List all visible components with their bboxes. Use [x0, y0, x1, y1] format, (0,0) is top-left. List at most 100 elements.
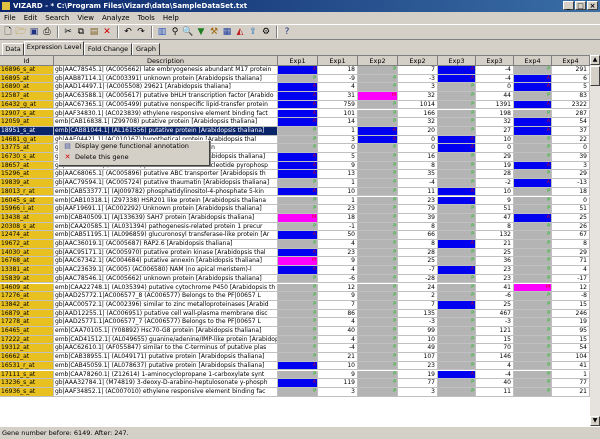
call-indicator-cell[interactable]: P	[514, 266, 552, 275]
call-indicator-cell[interactable]: A	[278, 161, 318, 171]
call-indicator-cell[interactable]: P	[438, 292, 476, 301]
expression-value-cell[interactable]: 10	[476, 135, 514, 145]
expression-value-cell[interactable]: 1	[318, 196, 358, 206]
expression-value-cell[interactable]: 19	[552, 318, 590, 327]
expression-value-cell[interactable]: 11	[476, 387, 514, 397]
expression-value-cell[interactable]: 21	[318, 353, 358, 362]
description-cell[interactable]: gb|AAF34830.1| (AC023839) ethylene respo…	[54, 109, 278, 119]
description-cell[interactable]: gb|AAC00572.1| (AC002396) similar to zin…	[54, 300, 278, 310]
gene-id-cell[interactable]: 13842_at	[0, 300, 54, 310]
expression-value-cell[interactable]: 83	[552, 92, 590, 101]
expression-value-cell[interactable]: 25	[476, 248, 514, 258]
expression-value-cell[interactable]: 1	[318, 179, 358, 188]
expression-value-cell[interactable]: 0	[476, 83, 514, 93]
call-indicator-cell[interactable]: P	[358, 266, 398, 275]
gene-id-cell[interactable]: 16531_r_at	[0, 361, 54, 371]
gene-id-cell[interactable]: 14681_g_at	[0, 135, 54, 145]
expression-value-cell[interactable]: 28	[398, 248, 438, 258]
column-header-exp1-indicator[interactable]: Exp1	[278, 56, 318, 66]
maximize-button[interactable]: □	[575, 1, 586, 10]
call-indicator-cell[interactable]: A	[278, 266, 318, 275]
description-cell[interactable]: gb|AAD25772.1|AC006577_8 (AC006577) Belo…	[54, 292, 278, 301]
call-indicator-cell[interactable]: A	[278, 66, 318, 75]
gene-id-cell[interactable]: 16890_at	[0, 83, 54, 93]
call-indicator-cell[interactable]: A	[438, 370, 476, 380]
table-row[interactable]: 15839_at gb|AAC78546.1| (AC005662) unknow…	[0, 274, 590, 284]
call-indicator-cell[interactable]: M	[514, 283, 552, 293]
call-indicator-cell[interactable]: P	[358, 83, 398, 93]
expression-value-cell[interactable]: 99	[398, 327, 438, 336]
call-indicator-cell[interactable]: A	[514, 100, 552, 110]
call-indicator-cell[interactable]: P	[358, 344, 398, 354]
expression-value-cell[interactable]: 146	[476, 353, 514, 362]
call-indicator-cell[interactable]: P	[278, 74, 318, 84]
expression-value-cell[interactable]: 1	[318, 126, 358, 136]
expression-value-cell[interactable]: 467	[476, 309, 514, 319]
expression-value-cell[interactable]: 26	[552, 222, 590, 232]
save-icon[interactable]: ▣	[28, 26, 40, 38]
call-indicator-cell[interactable]: P	[358, 74, 398, 84]
expression-value-cell[interactable]: 198	[476, 109, 514, 119]
expression-value-cell[interactable]: 36	[476, 257, 514, 267]
gene-id-cell[interactable]: 12907_s_at	[0, 109, 54, 119]
description-cell[interactable]: emb|CAA70105.1| (Y08892) Hsc70-G8 protei…	[54, 327, 278, 336]
expression-value-cell[interactable]: 29	[552, 248, 590, 258]
call-indicator-cell[interactable]: P	[514, 222, 552, 232]
call-indicator-cell[interactable]: A	[514, 126, 552, 136]
table-row[interactable]: 16896_s_at gb|AAC78545.1| (AC005662) late…	[0, 66, 590, 75]
print-icon[interactable]: ⎙	[41, 26, 53, 38]
description-cell[interactable]: gb|AAC63588.1| (AC005617) putative bHLH …	[54, 92, 278, 101]
export-icon[interactable]: ⇪	[247, 26, 259, 38]
gene-id-cell[interactable]: 16045_s_at	[0, 196, 54, 206]
menu-analyze[interactable]: Analyze	[98, 14, 134, 22]
expression-value-cell[interactable]: 95	[552, 327, 590, 336]
call-indicator-cell[interactable]: P	[514, 318, 552, 327]
gene-id-cell[interactable]: 18657_at	[0, 161, 54, 171]
expression-value-cell[interactable]: -17	[552, 274, 590, 284]
gene-id-cell[interactable]: 16936_s_at	[0, 387, 54, 397]
call-indicator-cell[interactable]: P	[278, 222, 318, 232]
tab-expression-level[interactable]: Expression Level	[24, 41, 84, 55]
table-row[interactable]: 16936_s_at gb|AAF34852.1| (AC007010) ethy…	[0, 387, 590, 397]
expression-value-cell[interactable]: -4	[398, 179, 438, 188]
expression-value-cell[interactable]: 35	[398, 170, 438, 180]
expression-value-cell[interactable]: 25	[552, 213, 590, 223]
table-row[interactable]: 15966_i_at gb|AAF19691.1| (AC002292) Unkn…	[0, 205, 590, 214]
expression-value-cell[interactable]: 22	[552, 135, 590, 145]
call-indicator-cell[interactable]: P	[358, 300, 398, 310]
call-indicator-cell[interactable]: P	[438, 361, 476, 371]
call-indicator-cell[interactable]: A	[278, 153, 318, 162]
expression-value-cell[interactable]: 166	[398, 109, 438, 119]
call-indicator-cell[interactable]: A	[514, 213, 552, 223]
expression-value-cell[interactable]: 28	[476, 170, 514, 180]
call-indicator-cell[interactable]: P	[278, 292, 318, 301]
description-cell[interactable]: emb|CAB45059.1| (AL078637) putative prot…	[54, 361, 278, 371]
description-cell[interactable]: gb|AAC36019.1| (AC005687) RAP2.6 [Arabid…	[54, 240, 278, 249]
gene-id-cell[interactable]: 19839_at	[0, 179, 54, 188]
call-indicator-cell[interactable]: P	[358, 283, 398, 293]
call-indicator-cell[interactable]: P	[438, 353, 476, 362]
expression-value-cell[interactable]: 2322	[552, 100, 590, 110]
call-indicator-cell[interactable]: P	[358, 187, 398, 197]
call-indicator-cell[interactable]: P	[278, 240, 318, 249]
call-indicator-cell[interactable]: A	[514, 118, 552, 127]
expression-value-cell[interactable]: 25	[398, 257, 438, 267]
gene-id-cell[interactable]: 16895_at	[0, 74, 54, 84]
call-indicator-cell[interactable]: P	[358, 161, 398, 171]
description-cell[interactable]: gb|AAC78545.1| (AC005662) late embryogen…	[54, 66, 278, 75]
expression-value-cell[interactable]: 39	[552, 153, 590, 162]
filter-icon[interactable]: ▼	[195, 26, 207, 38]
table-row[interactable]: 12474_at emb|CAB51195.1| (AL096859) glucu…	[0, 231, 590, 240]
call-indicator-cell[interactable]: P	[278, 144, 318, 153]
description-cell[interactable]: emb|CAB81044.1| (AL161556) putative prot…	[54, 126, 278, 136]
expression-value-cell[interactable]: 77	[398, 379, 438, 388]
call-indicator-cell[interactable]: P	[514, 344, 552, 354]
gene-id-cell[interactable]: 16730_s_at	[0, 153, 54, 162]
call-indicator-cell[interactable]: P	[438, 118, 476, 127]
call-indicator-cell[interactable]: P	[278, 274, 318, 284]
call-indicator-cell[interactable]: A	[438, 300, 476, 310]
gene-id-cell[interactable]: 12474_at	[0, 231, 54, 240]
column-header-exp4-value[interactable]: Exp4	[552, 56, 590, 66]
table-row[interactable]: 12907_s_at gb|AAF34830.1| (AC023839) ethy…	[0, 109, 590, 119]
expression-value-cell[interactable]: -1	[318, 222, 358, 232]
